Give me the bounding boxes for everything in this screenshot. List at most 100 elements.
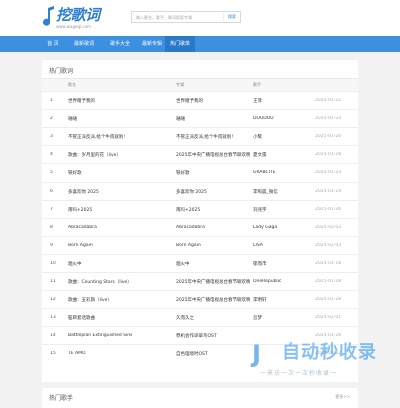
row-number: 2	[50, 116, 53, 122]
row-date: 2025-01-24	[315, 188, 342, 194]
row-date: 2025-01-28	[315, 279, 342, 284]
row-date: 2025-01-18	[315, 260, 342, 266]
song-link[interactable]: 多喜欢你 2025	[68, 189, 99, 195]
search-box: 搜索	[131, 11, 241, 23]
table-header: 歌名 专辑 歌手	[42, 79, 358, 91]
row-number: 1	[50, 98, 53, 103]
table-row: 2 嗵嗵 嗵嗵 DOUDOU 2025-01-23	[42, 109, 358, 127]
search-button[interactable]: 搜索	[223, 13, 240, 21]
song-link[interactable]: Battleplan Extinguished Sins	[68, 333, 132, 338]
song-link[interactable]: 南吗+2025	[68, 207, 92, 213]
artist-link[interactable]: DOUDOU	[253, 116, 274, 121]
nav-item-home[interactable]: 首 页	[42, 36, 64, 52]
site-logo[interactable]: 挖歌词 www.wageqi.com	[42, 6, 104, 32]
site-header: 挖歌词 www.wageqi.com 搜索	[0, 0, 400, 36]
table-row: 10 烟火中 烟火中 郁而市 2025-01-18	[42, 253, 358, 272]
album-link[interactable]: 2025年中央广播电视总台春节联欢晚会	[176, 152, 250, 158]
logo-url: www.wageqi.com	[56, 24, 91, 29]
hot-lyrics-title: 热门歌词	[49, 68, 74, 75]
album-link[interactable]: 2025年中央广播电视总台春节联欢晚会	[176, 297, 250, 303]
row-date: 2025-02-03	[315, 242, 342, 248]
album-link[interactable]: Abracadabra	[176, 225, 205, 230]
more-link[interactable]: 更多>>	[335, 394, 350, 400]
row-date: 2025-01-22	[315, 98, 342, 103]
watermark-subtext: 一来访一次一次秒收录一	[260, 370, 338, 377]
table-row: 11 歌曲：Counting Stars（live） 2025年中央广播电视总台春节…	[42, 272, 358, 290]
hot-lyrics-panel: 热门歌词 歌名 专辑 歌手 1 世界赠予我的 世界赠予我的 王菲 2025-01-22 2…	[42, 60, 358, 382]
song-link[interactable]: 歌曲：岁月里的花（live）	[68, 152, 121, 158]
artist-link[interactable]: 李明轩	[253, 297, 267, 303]
song-link[interactable]: 铁好歌	[68, 170, 82, 176]
table-row: 13 脑目套话歌曲 久而久之 吾梦 2025-02-01	[42, 308, 358, 326]
album-link[interactable]: 世界赠予我的	[176, 98, 203, 104]
table-row: 12 歌曲：五彩旗（live） 2025年中央广播电视总台春节联欢晚会 李明轩 2025…	[42, 290, 358, 308]
row-number: 13	[50, 315, 56, 321]
artist-link[interactable]: 夏文雷	[253, 152, 267, 158]
song-link[interactable]: 烟火中	[68, 261, 82, 267]
music-note-icon	[43, 6, 54, 26]
table-row: 1 世界赠予我的 世界赠予我的 王菲 2025-01-22	[42, 91, 358, 109]
song-link[interactable]: TE AMO	[68, 351, 86, 356]
artist-link[interactable]: 李照晨_微信	[253, 189, 278, 195]
artist-link[interactable]: LISA	[253, 243, 263, 248]
album-link[interactable]: 恭机会作谛翠鸟OST	[176, 333, 217, 339]
artist-link[interactable]: 郁而市	[253, 261, 267, 267]
album-link[interactable]: 嗵嗵	[176, 116, 185, 122]
album-link[interactable]: 久而久之	[176, 315, 194, 321]
artist-link[interactable]: 王菲	[253, 98, 262, 104]
row-number: 14	[50, 333, 56, 339]
artist-link[interactable]: GRABCITE	[253, 170, 276, 175]
album-link[interactable]: 南吗+2025	[176, 207, 200, 213]
row-number: 4	[50, 152, 53, 158]
row-number: 5	[50, 170, 53, 176]
song-link[interactable]: 世界赠予我的	[68, 98, 95, 104]
table-row: 5 铁好歌 铁好歌 GRABCITE 2025-01-23	[42, 163, 358, 181]
album-link[interactable]: Born Again	[176, 243, 201, 248]
table-row: 4 歌曲：岁月里的花（live） 2025年中央广播电视总台春节联欢晚会 夏文雷 202…	[42, 145, 358, 163]
row-date: 2025-01-28	[315, 134, 342, 140]
table-row: 8 Abracadabra Abracadabra Lady Gaga 2025-02-…	[42, 217, 358, 236]
column-header-song: 歌名	[68, 82, 76, 87]
artist-link[interactable]: OneRepublic	[253, 279, 281, 284]
watermark: J 自动秒收录 一来访一次一次秒收录一	[252, 340, 392, 384]
album-link[interactable]: 烟火中	[176, 261, 190, 267]
row-date: 2025-02-01	[315, 315, 342, 321]
song-link[interactable]: Born Again	[68, 243, 93, 248]
watermark-badge: J	[252, 340, 261, 368]
row-number: 11	[50, 279, 56, 284]
song-link[interactable]: 嗵嗵	[68, 116, 77, 122]
nav-item-singers[interactable]: 歌手大全	[106, 36, 134, 52]
row-number: 15	[50, 351, 56, 357]
album-link[interactable]: 自色理境时OST	[176, 351, 208, 357]
artist-link[interactable]: 吾梦	[253, 315, 262, 321]
row-date: 2025-01-28	[315, 297, 342, 303]
artist-link[interactable]: Lady Gaga	[253, 225, 277, 230]
row-number: 9	[50, 242, 53, 248]
song-link[interactable]: 歌曲：Counting Stars（live）	[68, 279, 132, 285]
album-link[interactable]: 铁好歌	[176, 170, 190, 176]
hot-singers-title: 热门歌手	[49, 395, 74, 402]
nav-item-latest-albums[interactable]: 最新专辑	[138, 36, 166, 52]
nav-item-hot-playlists[interactable]: 热门歌单	[165, 36, 195, 52]
artist-link[interactable]: 刘兆宇	[253, 207, 267, 213]
artist-link[interactable]: 小鹭	[253, 134, 262, 140]
search-input[interactable]	[132, 12, 224, 22]
row-number: 10	[50, 260, 56, 266]
row-date: 2025-02-03	[315, 224, 342, 230]
table-row: 3 不管正派反派,给个牛肉就别! 不管正派反派,给个牛肉就别! 小鹭 2025-01-2…	[42, 127, 358, 145]
row-date: 2025-01-23	[315, 170, 342, 176]
album-link[interactable]: 多喜欢你 2025	[176, 189, 207, 195]
song-link[interactable]: 不管正派反派,给个牛肉就别!	[68, 134, 125, 140]
column-header-album: 专辑	[176, 82, 184, 87]
nav-item-latest-lyrics[interactable]: 最新歌词	[70, 36, 98, 52]
song-link[interactable]: 脑目套话歌曲	[68, 315, 95, 321]
song-link[interactable]: Abracadabra	[68, 225, 97, 230]
song-link[interactable]: 歌曲：五彩旗（live）	[68, 297, 112, 303]
row-date: 2025-01-26	[315, 206, 342, 212]
album-link[interactable]: 2025年中央广播电视总台春节联欢晚会	[176, 279, 250, 285]
row-date: 2025-01-28	[315, 333, 342, 339]
album-link[interactable]: 不管正派反派,给个牛肉就别!	[176, 134, 233, 140]
row-number: 8	[50, 224, 53, 230]
row-date: 2025-01-23	[315, 116, 342, 122]
table-row: 9 Born Again Born Again LISA 2025-02-03	[42, 235, 358, 254]
